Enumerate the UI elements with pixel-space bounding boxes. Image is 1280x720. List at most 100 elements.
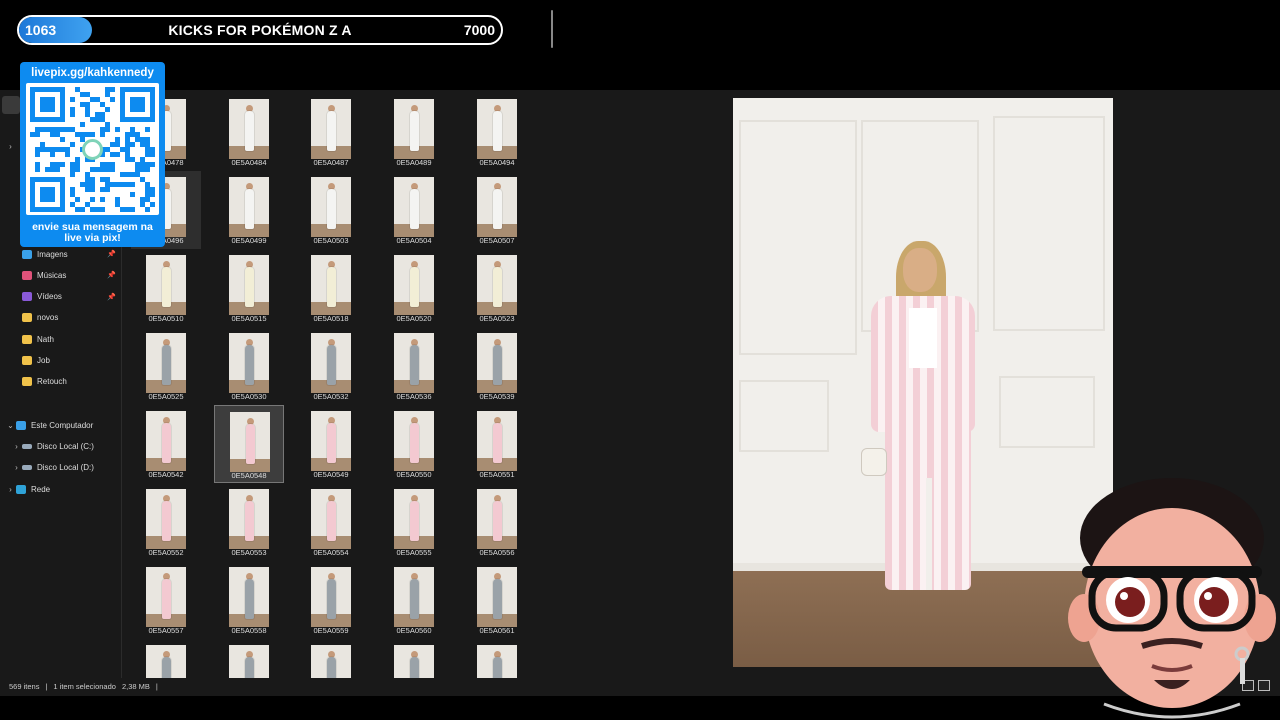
file-name: 0E5A0558 xyxy=(231,626,267,635)
file-thumbnail[interactable]: 0E5A0530 xyxy=(214,327,284,405)
chevron-icon[interactable]: › xyxy=(11,463,22,472)
handbag xyxy=(861,448,887,476)
chevron-icon[interactable]: › xyxy=(5,485,16,494)
screen: 1063 KICKS FOR POKÉMON Z A 7000 › Imagens… xyxy=(0,0,1280,720)
file-thumbnail[interactable]: 0E5A0484 xyxy=(214,93,284,171)
file-thumbnail[interactable]: 0E5A0510 xyxy=(131,249,201,327)
file-name: 0E5A0542 xyxy=(148,470,184,479)
livepix-caption: envie sua mensagem na live via pix! xyxy=(22,222,163,244)
nav-item-imagens[interactable]: Imagens 📌 xyxy=(0,244,122,264)
file-thumbnail[interactable]: 0E5A0523 xyxy=(462,249,532,327)
nav-item-label: Imagens xyxy=(37,249,68,259)
file-thumbnail[interactable]: 0E5A0539 xyxy=(462,327,532,405)
file-name: 0E5A0484 xyxy=(231,158,267,167)
file-name: 0E5A0499 xyxy=(231,236,267,245)
selection-count: 1 item selecionado xyxy=(53,681,116,691)
file-thumbnail[interactable]: 0E5A0489 xyxy=(379,93,449,171)
thumbnail-image xyxy=(146,567,186,627)
file-thumbnail[interactable]: 0E5A0494 xyxy=(462,93,532,171)
file-name: 0E5A0555 xyxy=(396,548,432,557)
thumbnail-image xyxy=(394,645,434,678)
file-thumbnail[interactable]: 0E5A0515 xyxy=(214,249,284,327)
thumbnail-image xyxy=(477,645,517,678)
thumbnail-image xyxy=(394,177,434,237)
file-name: 0E5A0549 xyxy=(313,470,349,479)
thumbnail-image xyxy=(394,567,434,627)
file-thumbnail[interactable]: 0E5A0551 xyxy=(462,405,532,483)
nav-item-este-computador[interactable]: ⌄ Este Computador xyxy=(0,415,122,435)
nav-item-job[interactable]: Job xyxy=(0,351,122,371)
file-thumbnail[interactable]: 0E5A0552 xyxy=(131,483,201,561)
nav-item-label: Nath xyxy=(37,334,54,344)
file-thumbnail[interactable]: 0E5A0503 xyxy=(296,171,366,249)
file-thumbnail[interactable]: 0E5A0559 xyxy=(296,561,366,639)
file-name: 0E5A0518 xyxy=(313,314,349,323)
file-thumbnail[interactable]: 0E5A0556 xyxy=(462,483,532,561)
file-thumbnail[interactable]: 0E5A0550 xyxy=(379,405,449,483)
file-thumbnail[interactable]: 0E5A0525 xyxy=(131,327,201,405)
nav-item-rede[interactable]: › Rede xyxy=(0,479,122,499)
file-thumbnail[interactable]: 0E5A0548 xyxy=(214,405,284,483)
thumbnail-image xyxy=(477,567,517,627)
nav-item-label: Músicas xyxy=(37,270,67,280)
chevron-icon[interactable]: ⌄ xyxy=(5,421,16,430)
file-thumbnail[interactable]: 0E5A0520 xyxy=(379,249,449,327)
file-thumbnail[interactable]: 0E5A0518 xyxy=(296,249,366,327)
thumbnail-image xyxy=(229,333,269,393)
folder-icon xyxy=(22,313,32,323)
file-thumbnail[interactable]: 0E5A0560 xyxy=(379,561,449,639)
file-grid-scrollbar[interactable] xyxy=(551,10,553,48)
wall-panel xyxy=(999,376,1095,448)
nav-item-novos[interactable]: novos xyxy=(0,308,122,328)
file-thumbnail[interactable]: 0E5A0549 xyxy=(296,405,366,483)
drive-icon xyxy=(22,443,32,449)
file-thumbnail[interactable] xyxy=(131,639,201,678)
file-name: 0E5A0560 xyxy=(396,626,432,635)
file-thumbnail[interactable]: 0E5A0558 xyxy=(214,561,284,639)
file-thumbnail[interactable]: 0E5A0557 xyxy=(131,561,201,639)
thumbnail-image xyxy=(229,255,269,315)
nav-item-retouch[interactable]: Retouch xyxy=(0,372,122,392)
nav-item-v-deos[interactable]: Vídeos 📌 xyxy=(0,287,122,307)
file-thumbnail[interactable]: 0E5A0504 xyxy=(379,171,449,249)
music-icon xyxy=(22,270,32,280)
file-thumbnail[interactable]: 0E5A0542 xyxy=(131,405,201,483)
file-name: 0E5A0553 xyxy=(231,548,267,557)
status-separator: | xyxy=(155,681,158,691)
file-thumbnail[interactable]: 0E5A0507 xyxy=(462,171,532,249)
thumbnail-image xyxy=(229,489,269,549)
chevron-right-icon[interactable]: › xyxy=(5,142,16,151)
file-thumbnail[interactable]: 0E5A0499 xyxy=(214,171,284,249)
nav-item-disco-local-c[interactable]: › Disco Local (C:) xyxy=(0,436,122,456)
file-name: 0E5A0557 xyxy=(148,626,184,635)
file-thumbnail[interactable]: 0E5A0561 xyxy=(462,561,532,639)
selection-size: 2,38 MB xyxy=(121,681,150,691)
file-name: 0E5A0559 xyxy=(313,626,349,635)
file-thumbnail[interactable]: 0E5A0487 xyxy=(296,93,366,171)
nav-selection-highlight xyxy=(2,96,20,114)
file-thumbnail[interactable]: 0E5A0554 xyxy=(296,483,366,561)
nav-item-disco-local-d[interactable]: › Disco Local (D:) xyxy=(0,457,122,477)
file-thumbnail[interactable]: 0E5A0553 xyxy=(214,483,284,561)
file-thumbnail[interactable]: 0E5A0536 xyxy=(379,327,449,405)
folder-icon xyxy=(22,377,32,387)
nav-item-m-sicas[interactable]: Músicas 📌 xyxy=(0,265,122,285)
file-name: 0E5A0510 xyxy=(148,314,184,323)
file-grid[interactable]: 0E5A0478 0E5A0484 0E5A0487 0E5A0489 0E5A0494… xyxy=(122,90,556,678)
file-name: 0E5A0548 xyxy=(231,471,267,480)
file-name: 0E5A0550 xyxy=(396,470,432,479)
thumbnail-image xyxy=(394,333,434,393)
file-thumbnail[interactable]: 0E5A0532 xyxy=(296,327,366,405)
file-thumbnail[interactable] xyxy=(296,639,366,678)
file-name: 0E5A0503 xyxy=(313,236,349,245)
wall-panel xyxy=(739,120,857,355)
file-thumbnail[interactable]: 0E5A0555 xyxy=(379,483,449,561)
nav-item-nath[interactable]: Nath xyxy=(0,329,122,349)
file-thumbnail[interactable] xyxy=(214,639,284,678)
file-thumbnail[interactable] xyxy=(462,639,532,678)
wall-panel xyxy=(993,116,1105,331)
thumbnail-image xyxy=(394,99,434,159)
file-thumbnail[interactable] xyxy=(379,639,449,678)
pin-icon: 📌 xyxy=(107,293,116,301)
chevron-icon[interactable]: › xyxy=(11,442,22,451)
